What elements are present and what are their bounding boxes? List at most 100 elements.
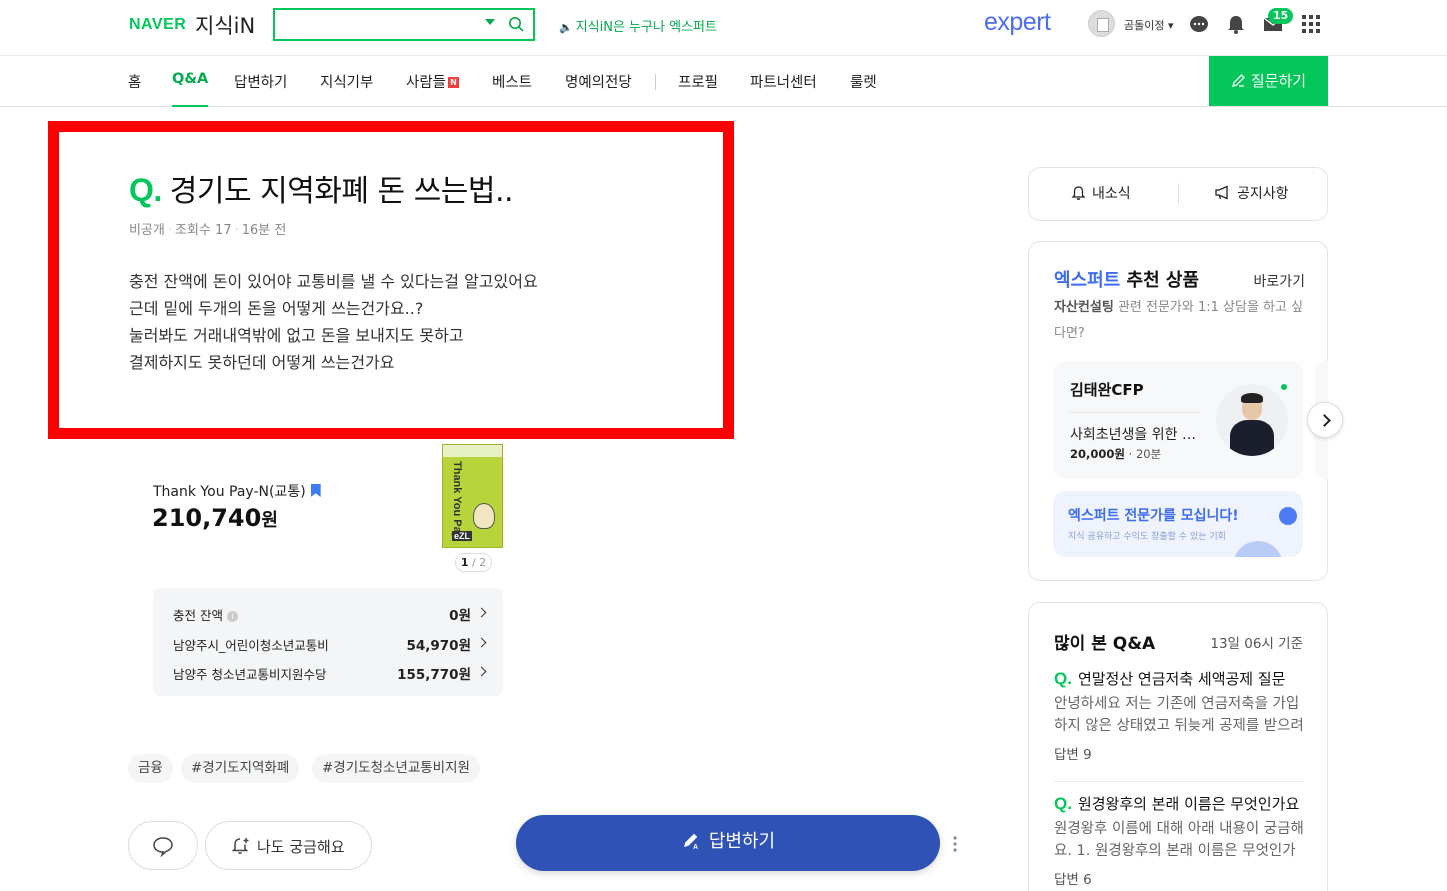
expert-product-title: 사회초년생을 위한 자산관리 (1070, 427, 1205, 443)
expert-photo (1216, 384, 1288, 456)
question-title-text: 경기도 지역화폐 돈 쓰는법.. (169, 174, 514, 209)
chevron-right-icon (476, 637, 487, 648)
question-body: 충전 잔액에 돈이 있어야 교통비를 낼 수 있다는걸 알고있어요 근데 밑에 … (129, 268, 538, 376)
nav-roulette[interactable]: 룰렛 (850, 71, 877, 92)
kin-logo[interactable]: 지식iN (195, 10, 255, 40)
nav-profile[interactable]: 프로필 (678, 71, 718, 92)
nav-qna[interactable]: Q&A (172, 71, 209, 107)
popular-item[interactable]: Q. 원경왕후의 본래 이름은 무엇인가요 원경왕후 이름에 대해 아래 내용이 … (1054, 793, 1304, 888)
avatar[interactable] (1088, 10, 1115, 37)
recruit-subtitle: 지식 공유하고 수익도 창출할 수 있는 기회 (1068, 532, 1226, 542)
question-meta: 비공개 · 조회수 17 · 16분 전 (129, 223, 287, 238)
q-mark: Q. (129, 172, 162, 208)
recruit-title: 엑스퍼트 전문가를 모십니다! (1068, 508, 1239, 524)
header-notice-text: 지식iN은 누구나 엑스퍼트 (575, 20, 717, 35)
view-count: 조회수 17 (175, 223, 232, 238)
megaphone-icon (1215, 185, 1228, 200)
divider (1178, 183, 1179, 205)
balance-value: 155,770원 (397, 667, 471, 683)
expert-logo[interactable]: expert (984, 8, 1051, 37)
card-image-text: Thank You Pay (451, 461, 463, 539)
expert-recruit-banner[interactable]: 엑스퍼트 전문가를 모십니다! 지식 공유하고 수익도 창출할 수 있는 기회 (1053, 491, 1303, 557)
balance-row[interactable]: 남양주시_어린이청소년교통비 54,970원 (173, 635, 487, 655)
online-status-dot (1281, 384, 1287, 390)
more-options-icon[interactable] (953, 836, 957, 852)
nav-partner-center[interactable]: 파트너센터 (750, 71, 817, 92)
expert-price: 20,000원 · 20분 (1070, 447, 1162, 461)
bell-plus-icon (231, 838, 249, 854)
bookmark-icon (310, 484, 321, 497)
expert-box-title: 엑스퍼트 추천 상품 (1054, 270, 1200, 291)
popular-excerpt: 안녕하세요 저는 기존에 연금저축을 가입하지 않은 상태였고 뒤늦게 공제를 … (1054, 696, 1304, 734)
divider (1054, 781, 1304, 782)
my-news-label: 내소식 (1092, 186, 1131, 202)
mascot-image (473, 503, 495, 529)
card-name-text: Thank You Pay-N(교통) (153, 484, 306, 500)
mail-count-badge: 15 (1268, 8, 1294, 24)
my-news-button[interactable]: 내소식 (1071, 168, 1131, 220)
tag-youth-transport[interactable]: #경기도청소년교통비지원 (312, 754, 480, 783)
write-answer-button[interactable]: A 답변하기 (516, 815, 940, 871)
search-input[interactable] (273, 8, 535, 41)
expert-subtitle: 자산컨설팅 관련 전문가와 1:1 상담을 하고 싶다면? (1054, 300, 1304, 341)
expert-shortcut-link[interactable]: 바로가기 (1253, 271, 1305, 291)
comment-button[interactable] (128, 821, 198, 870)
username-menu[interactable]: 곰돌이정 ▾ (1124, 17, 1174, 33)
comment-icon (153, 837, 173, 857)
expert-profile-card[interactable]: 김태완CFP 사회초년생을 위한 자산관리 20,000원 · 20분 (1053, 361, 1303, 479)
write-answer-label: 답변하기 (708, 831, 776, 852)
card-stripe (443, 445, 502, 457)
nav-hall-of-fame[interactable]: 명예의전당 (565, 71, 632, 92)
svg-text:A: A (693, 844, 698, 850)
pen-icon: A (683, 833, 698, 851)
nav-home[interactable]: 홈 (128, 71, 141, 92)
notices-label: 공지사항 (1237, 186, 1289, 202)
tag-finance[interactable]: 금융 (128, 754, 173, 783)
chat-icon[interactable] (1188, 13, 1210, 35)
notices-button[interactable]: 공지사항 (1214, 168, 1289, 220)
header-notice-link[interactable]: 🔈 지식iN은 누구나 엑스퍼트 (559, 16, 717, 35)
popular-item[interactable]: Q. 연말정산 연금저축 세액공제 질문 안녕하세요 저는 기존에 연금저축을 가… (1054, 668, 1304, 763)
body-line: 근데 밑에 두개의 돈을 어떻게 쓰는건가요..? (129, 299, 424, 318)
ask-question-button[interactable]: 질문하기 (1209, 56, 1328, 106)
info-icon[interactable]: i (226, 611, 238, 622)
nav-answer[interactable]: 답변하기 (234, 71, 287, 92)
balance-value: 0원 (449, 608, 471, 624)
nav-people-label: 사람들 (406, 75, 447, 91)
balance-row[interactable]: 충전 잔액 i 0원 (173, 605, 487, 625)
nav-people[interactable]: 사람들 N (406, 71, 460, 92)
popular-title: 많이 본 Q&A (1054, 634, 1156, 654)
expert-name: 김태완CFP (1070, 381, 1144, 399)
balance-row[interactable]: 남양주 청소년교통비지원수당 155,770원 (173, 664, 487, 684)
naver-logo[interactable]: NAVER (129, 16, 186, 34)
username: 곰돌이정 (1124, 19, 1165, 32)
search-icon[interactable] (508, 16, 524, 32)
card-amount-value: 210,740 (152, 504, 262, 532)
answer-count: 답변 6 (1054, 872, 1092, 888)
carousel-next-button[interactable] (1307, 402, 1343, 438)
ask-question-label: 질문하기 (1250, 72, 1307, 90)
chevron-right-icon (476, 666, 487, 677)
card-image[interactable]: Thank You Pay eZL (442, 444, 503, 548)
curious-too-button[interactable]: 나도 궁금해요 (205, 821, 372, 870)
balance-label: 남양주 청소년교통비지원수당 (173, 667, 327, 682)
nav-best[interactable]: 베스트 (492, 71, 532, 92)
popular-question: Q. 연말정산 연금저축 세액공제 질문 (1054, 669, 1286, 688)
popular-question: Q. 원경왕후의 본래 이름은 무엇인가요 (1054, 794, 1300, 813)
nav-donation[interactable]: 지식기부 (320, 71, 373, 92)
card-amount-unit: 원 (261, 510, 278, 531)
balance-value: 54,970원 (406, 638, 471, 654)
post-time: 16분 전 (241, 223, 287, 238)
balance-list: 충전 잔액 i 0원 남양주시_어린이청소년교통비 54,970원 남양주 청소년… (153, 588, 503, 696)
bell-icon[interactable] (1225, 13, 1247, 35)
tag-gyeonggi-currency[interactable]: #경기도지역화폐 (181, 754, 300, 783)
curious-too-label: 나도 궁금해요 (257, 838, 345, 856)
question-title: Q. 경기도 지역화폐 돈 쓰는법.. (129, 166, 514, 210)
apps-grid-icon[interactable] (1300, 13, 1322, 35)
bell-icon (1071, 186, 1086, 200)
speaker-icon: 🔈 (559, 21, 573, 34)
page-current: 1 (460, 556, 469, 569)
image-page-indicator: 1 / 2 (455, 553, 492, 572)
balance-label: 충전 잔액 i (173, 605, 238, 624)
chevron-down-icon[interactable] (485, 19, 495, 25)
